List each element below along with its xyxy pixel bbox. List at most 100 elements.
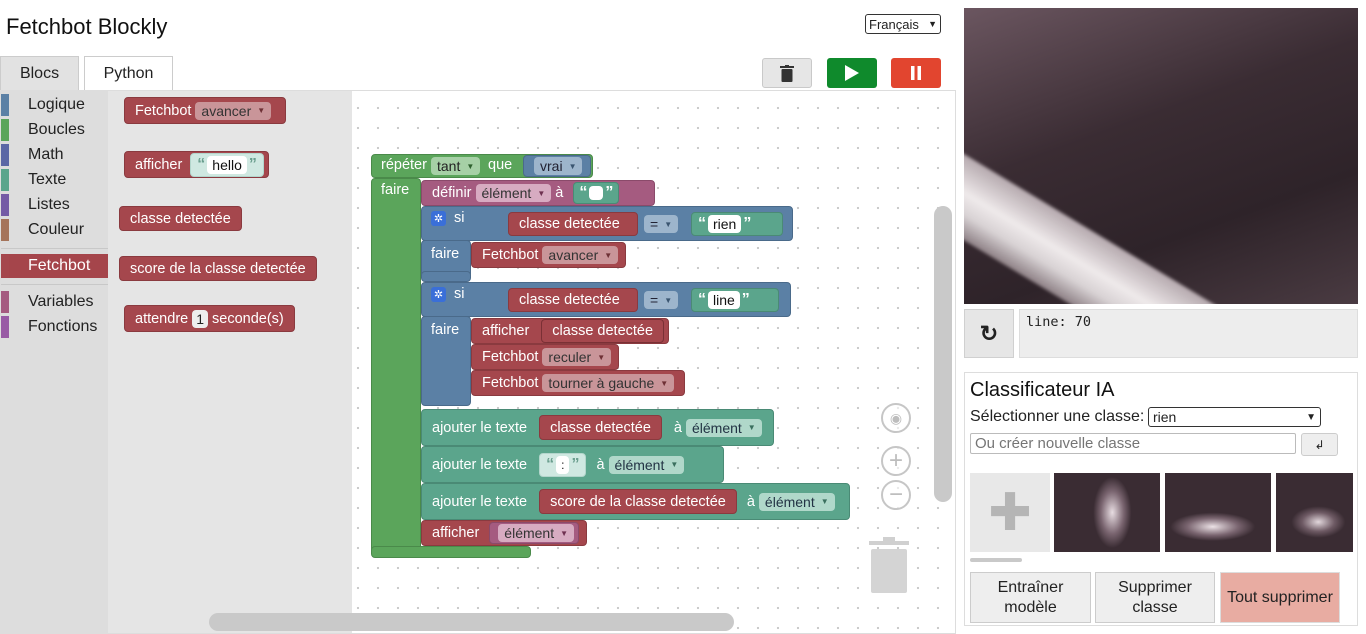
block-class-score[interactable]: score de la classe detectée xyxy=(119,256,317,281)
category-variables[interactable]: Variables xyxy=(1,290,108,314)
sample-thumbnail[interactable] xyxy=(1054,473,1160,552)
bool-block[interactable]: vrai ▼ xyxy=(523,155,591,177)
direction-dropdown[interactable]: reculer ▼ xyxy=(542,348,612,366)
direction-dropdown[interactable]: tourner à gauche ▼ xyxy=(542,374,675,392)
string-block[interactable]: “ hello ” xyxy=(190,152,264,177)
quote-open-icon: “ xyxy=(546,455,555,473)
string-block-rien[interactable]: “ rien ” xyxy=(691,212,783,236)
dropdown-value: élément xyxy=(504,525,555,541)
run-button[interactable] xyxy=(827,58,877,88)
string-block[interactable]: “ : ” xyxy=(539,452,587,477)
refresh-button[interactable]: ↻ xyxy=(964,309,1014,358)
block-fetchbot-back[interactable]: Fetchbot reculer ▼ xyxy=(471,344,619,370)
category-logique[interactable]: Logique xyxy=(1,93,108,117)
zoom-out-icon[interactable]: − xyxy=(881,480,911,510)
empty-string-value[interactable] xyxy=(589,186,604,200)
detected-class-block[interactable]: classe detectée xyxy=(541,319,665,343)
class-select[interactable]: rien ▼ xyxy=(1148,407,1321,427)
sample-thumbnail[interactable] xyxy=(1165,473,1271,552)
if-label: si xyxy=(454,286,465,302)
repeat-block-body[interactable] xyxy=(371,178,421,556)
trash-can-icon[interactable] xyxy=(869,537,909,593)
dropdown-value: avancer xyxy=(201,102,252,119)
category-math[interactable]: Math xyxy=(1,143,108,167)
clear-workspace-button[interactable] xyxy=(762,58,812,88)
empty-string-block[interactable]: “ ” xyxy=(573,182,620,204)
string-value[interactable]: line xyxy=(708,291,740,309)
block-fetchbot-move[interactable]: Fetchbot avancer ▼ xyxy=(471,242,626,268)
tab-blocs[interactable]: Blocs xyxy=(0,56,79,90)
language-select[interactable]: Français ▼ xyxy=(865,14,941,34)
string-value[interactable]: : xyxy=(556,455,570,474)
class-score-block[interactable]: score de la classe detectée xyxy=(539,489,737,514)
vertical-scrollbar[interactable] xyxy=(934,206,952,502)
if-block-1-footer xyxy=(421,271,471,282)
train-model-button[interactable]: Entraîner modèle xyxy=(970,572,1091,623)
zoom-in-icon[interactable]: + xyxy=(881,446,911,476)
operator-dropdown[interactable]: = ▼ xyxy=(644,215,679,233)
detected-class-block[interactable]: classe detectée xyxy=(508,288,638,312)
category-boucles[interactable]: Boucles xyxy=(1,118,108,142)
selected-class: rien xyxy=(1153,409,1177,425)
seconds-input[interactable]: 1 xyxy=(192,309,209,328)
gear-icon[interactable]: ✲ xyxy=(431,210,446,226)
category-couleur[interactable]: Couleur xyxy=(1,218,108,242)
operator-dropdown[interactable]: = ▼ xyxy=(644,291,679,309)
horizontal-scrollbar[interactable] xyxy=(209,613,734,631)
add-sample-button[interactable]: ✚ xyxy=(970,473,1050,552)
detected-class-block[interactable]: classe detectée xyxy=(508,212,638,236)
dropdown-arrow-icon: ▼ xyxy=(257,106,266,115)
category-fetchbot[interactable]: Fetchbot xyxy=(1,254,108,278)
to-label: à xyxy=(596,456,605,473)
dropdown-arrow-icon: ▼ xyxy=(537,188,546,198)
block-print[interactable]: afficher classe detectée xyxy=(471,318,669,344)
block-print[interactable]: afficher “ hello ” xyxy=(124,151,269,178)
trash-icon xyxy=(780,64,794,82)
append-text-block-2[interactable]: ajouter le texte “ : ” à élément ▼ xyxy=(421,446,724,483)
block-detected-class[interactable]: classe detectée xyxy=(119,206,242,231)
bool-dropdown[interactable]: vrai ▼ xyxy=(534,157,583,175)
add-class-button[interactable]: ↲ xyxy=(1301,433,1338,456)
block-wait[interactable]: attendre 1 seconde(s) xyxy=(124,305,295,332)
block-fetchbot-move[interactable]: Fetchbot avancer ▼ xyxy=(124,97,287,124)
variable-block[interactable]: élément ▼ xyxy=(489,522,580,544)
append-text-block-1[interactable]: ajouter le texte classe detectée à éléme… xyxy=(421,409,774,446)
string-block-line[interactable]: “ line ” xyxy=(691,288,779,312)
category-label: Boucles xyxy=(28,121,85,138)
direction-dropdown[interactable]: avancer ▼ xyxy=(195,101,272,120)
category-listes[interactable]: Listes xyxy=(1,193,108,217)
variable-dropdown[interactable]: élément ▼ xyxy=(475,184,552,202)
camera-feed xyxy=(964,8,1358,304)
variable-dropdown[interactable]: élément ▼ xyxy=(758,492,835,511)
tab-label: Python xyxy=(103,64,154,82)
recenter-icon[interactable]: ◉ xyxy=(881,403,911,433)
dropdown-arrow-icon: ▼ xyxy=(664,295,673,305)
string-value[interactable]: hello xyxy=(207,155,247,174)
gear-icon[interactable]: ✲ xyxy=(431,286,446,302)
tab-python[interactable]: Python xyxy=(84,56,173,90)
print-variable-block[interactable]: afficher élément ▼ xyxy=(421,520,587,546)
detected-class-block[interactable]: classe detectée xyxy=(539,415,662,440)
direction-dropdown[interactable]: avancer ▼ xyxy=(542,246,619,264)
category-fonctions[interactable]: Fonctions xyxy=(1,315,108,339)
block-label: Fetchbot xyxy=(482,247,539,263)
thumbnail-scrollbar[interactable] xyxy=(970,558,1022,562)
chevron-down-icon: ▼ xyxy=(928,19,937,29)
set-variable-block[interactable]: définir élément ▼ à “ ” xyxy=(421,180,655,206)
string-value[interactable]: rien xyxy=(708,215,742,233)
stop-button[interactable] xyxy=(891,58,941,88)
delete-class-button[interactable]: Supprimer classe xyxy=(1095,572,1215,623)
variable-dropdown[interactable]: élément ▼ xyxy=(498,524,575,542)
blockly-workspace[interactable]: Logique Boucles Math Texte Listes Couleu… xyxy=(0,90,956,634)
delete-all-button[interactable]: Tout supprimer xyxy=(1220,572,1340,623)
variable-dropdown[interactable]: élément ▼ xyxy=(608,455,685,474)
append-text-block-3[interactable]: ajouter le texte score de la classe dete… xyxy=(421,483,850,520)
block-fetchbot-turn[interactable]: Fetchbot tourner à gauche ▼ xyxy=(471,370,685,396)
repeat-mode-dropdown[interactable]: tant ▼ xyxy=(431,157,481,175)
refresh-icon: ↻ xyxy=(979,320,999,346)
variable-dropdown[interactable]: élément ▼ xyxy=(685,418,762,437)
dropdown-value: tant xyxy=(437,158,461,174)
new-class-input[interactable] xyxy=(970,433,1296,454)
sample-thumbnail[interactable] xyxy=(1276,473,1353,552)
category-texte[interactable]: Texte xyxy=(1,168,108,192)
